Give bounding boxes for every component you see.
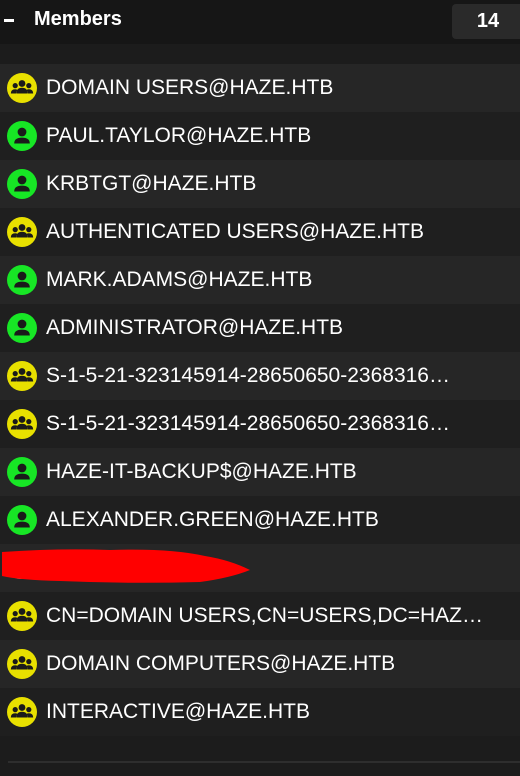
group-icon: [7, 73, 37, 103]
member-row[interactable]: KRBTGT@HAZE.HTB: [0, 160, 520, 208]
member-label: KRBTGT@HAZE.HTB: [46, 172, 257, 195]
member-row[interactable]: AUTHENTICATED USERS@HAZE.HTB: [0, 208, 520, 256]
member-label: AUTHENTICATED USERS@HAZE.HTB: [46, 220, 424, 243]
member-label: DOMAIN USERS@HAZE.HTB: [46, 76, 334, 99]
member-row[interactable]: INTERACTIVE@HAZE.HTB: [0, 688, 520, 736]
group-icon: [7, 217, 37, 247]
member-list: DOMAIN USERS@HAZE.HTB PAUL.TAYLOR@HAZE.H…: [0, 64, 520, 736]
member-label: CN=DOMAIN USERS,CN=USERS,DC=HAZ…: [46, 604, 483, 627]
user-icon: [7, 265, 37, 295]
collapse-icon[interactable]: [4, 19, 14, 22]
member-row[interactable]: ALEXANDER.GREEN@HAZE.HTB: [0, 496, 520, 544]
member-count-badge: 14: [452, 4, 520, 39]
member-row[interactable]: HAZE-IT-BACKUP$@HAZE.HTB: [0, 448, 520, 496]
member-row[interactable]: CN=DOMAIN USERS,CN=USERS,DC=HAZ…: [0, 592, 520, 640]
member-label: S-1-5-21-323145914-28650650-2368316…: [46, 364, 450, 387]
member-label: ALEXANDER.GREEN@HAZE.HTB: [46, 508, 379, 531]
user-icon: [7, 457, 37, 487]
member-row[interactable]: PAUL.TAYLOR@HAZE.HTB: [0, 112, 520, 160]
member-label: S-1-5-21-323145914-28650650-2368316…: [46, 412, 450, 435]
member-label: HAZE-IT-BACKUP$@HAZE.HTB: [46, 460, 357, 483]
member-row[interactable]: S-1-5-21-323145914-28650650-2368316…: [0, 352, 520, 400]
user-icon: [7, 313, 37, 343]
divider: [8, 761, 520, 763]
member-row[interactable]: S-1-5-21-323145914-28650650-2368316…: [0, 400, 520, 448]
user-icon: [7, 169, 37, 199]
member-row[interactable]: DOMAIN USERS@HAZE.HTB: [0, 64, 520, 112]
member-row[interactable]: MARK.ADAMS@HAZE.HTB: [0, 256, 520, 304]
member-label: MARK.ADAMS@HAZE.HTB: [46, 268, 313, 291]
redaction-mark: [0, 544, 260, 592]
members-section-header[interactable]: Members 14: [0, 0, 520, 44]
member-row[interactable]: ADMINISTRATOR@HAZE.HTB: [0, 304, 520, 352]
section-title: Members: [34, 8, 122, 30]
member-label: INTERACTIVE@HAZE.HTB: [46, 700, 311, 723]
member-label: DOMAIN COMPUTERS@HAZE.HTB: [46, 652, 396, 675]
member-row[interactable]: [0, 544, 520, 592]
member-row[interactable]: DOMAIN COMPUTERS@HAZE.HTB: [0, 640, 520, 688]
group-icon: [7, 601, 37, 631]
group-icon: [7, 361, 37, 391]
user-icon: [7, 505, 37, 535]
member-label: PAUL.TAYLOR@HAZE.HTB: [46, 124, 312, 147]
group-icon: [7, 409, 37, 439]
user-icon: [7, 121, 37, 151]
member-label: ADMINISTRATOR@HAZE.HTB: [46, 316, 344, 339]
group-icon: [7, 697, 37, 727]
group-icon: [7, 649, 37, 679]
